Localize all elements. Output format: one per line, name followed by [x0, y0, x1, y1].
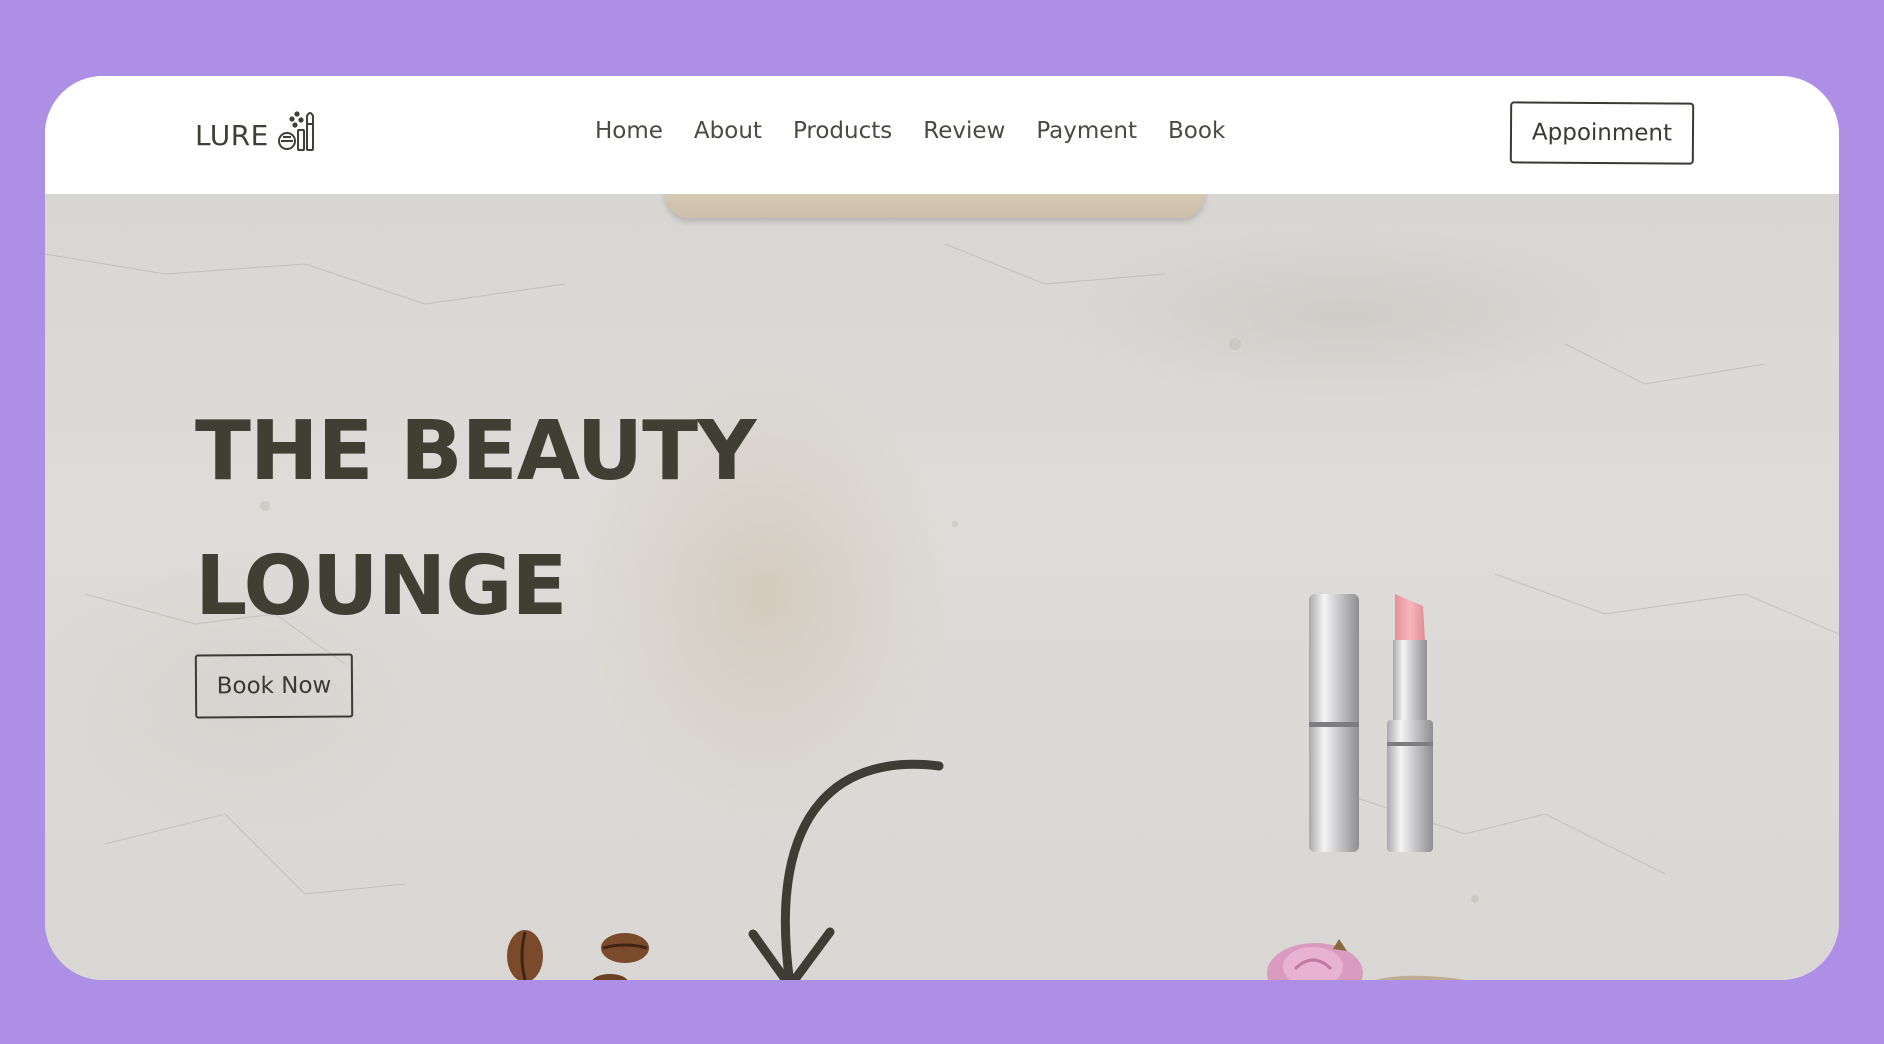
- nav-home[interactable]: Home: [595, 118, 663, 144]
- hero-section: THE BEAUTY LOUNGE Book Now: [45, 194, 1839, 980]
- hero-title-line-2: LOUNGE: [195, 539, 568, 634]
- curved-arrow-icon: [748, 759, 944, 980]
- nav-payment[interactable]: Payment: [1036, 118, 1137, 144]
- coffee-beans-decor: [507, 930, 649, 980]
- nav-about[interactable]: About: [694, 118, 762, 144]
- nav-book[interactable]: Book: [1168, 118, 1225, 144]
- book-now-button[interactable]: Book Now: [194, 653, 354, 719]
- wooden-tray-decor: [665, 194, 1205, 218]
- brand-name: LURE: [195, 119, 269, 152]
- hero-title: THE BEAUTY LOUNGE: [195, 384, 756, 654]
- lipstick-image: [1309, 594, 1433, 852]
- brand-logo[interactable]: LURE: [195, 106, 321, 152]
- nav-review[interactable]: Review: [923, 118, 1005, 144]
- appointment-button[interactable]: Appoinment: [1509, 101, 1695, 165]
- main-nav: Home About Products Review Payment Book: [595, 118, 1225, 144]
- site-frame: LURE Home About Products Review Payment …: [45, 76, 1839, 980]
- pink-rose-decor: [1267, 939, 1465, 980]
- hero-title-line-1: THE BEAUTY: [195, 404, 756, 499]
- makeup-brushes-icon: [277, 111, 314, 151]
- navbar: LURE Home About Products Review Payment …: [45, 76, 1839, 194]
- nav-products[interactable]: Products: [793, 118, 892, 144]
